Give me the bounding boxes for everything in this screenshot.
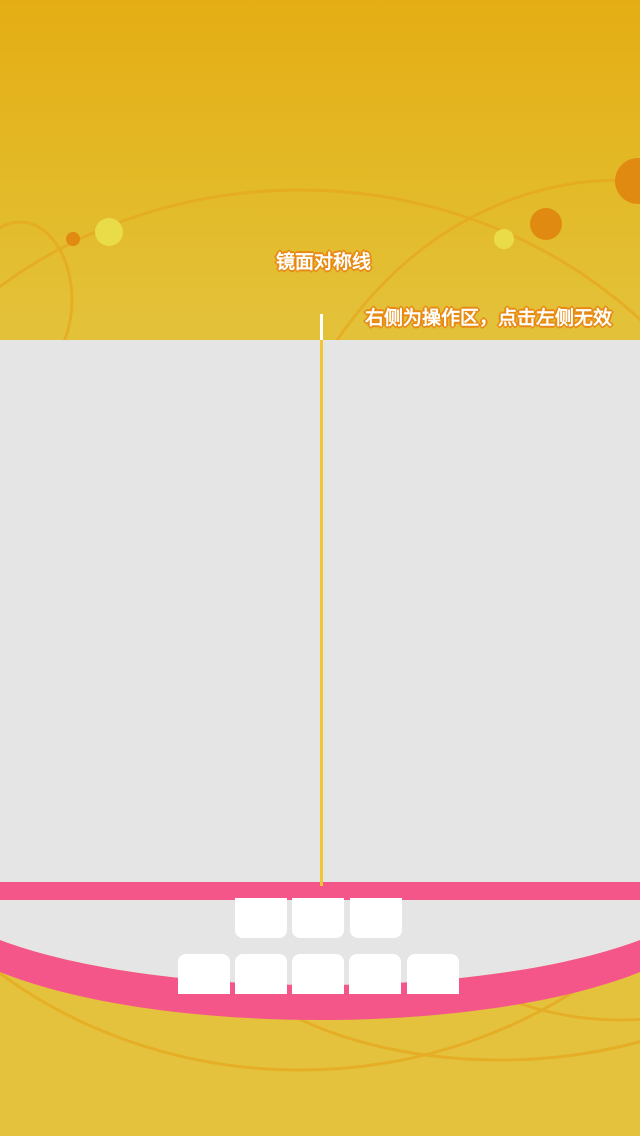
lower-tooth-4[interactable] (349, 954, 401, 994)
mirror-line-label: 镜面对称线 (276, 251, 372, 273)
mirror-symmetry-line (320, 314, 323, 886)
upper-tooth-2[interactable] (292, 898, 344, 938)
operation-hint-label: 右侧为操作区，点击左侧无效 (365, 307, 613, 329)
upper-tooth-3[interactable] (350, 898, 402, 938)
lower-tooth-1[interactable] (178, 954, 230, 994)
lower-tooth-3[interactable] (292, 954, 344, 994)
lower-tooth-5[interactable] (407, 954, 459, 994)
lower-tooth-2[interactable] (235, 954, 287, 994)
mirror-line-marker (320, 314, 323, 340)
upper-tooth-1[interactable] (235, 898, 287, 938)
